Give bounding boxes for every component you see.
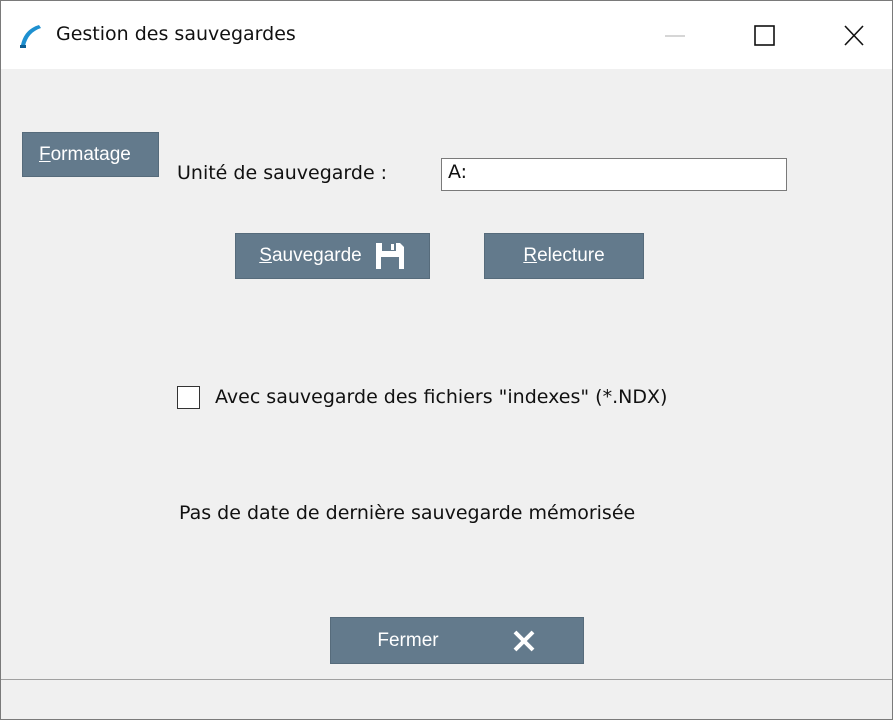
save-accel: S	[259, 245, 272, 266]
format-button[interactable]: Formatage	[22, 132, 159, 177]
reload-button[interactable]: Relecture	[484, 233, 644, 279]
minimize-icon[interactable]	[655, 19, 695, 53]
backup-unit-label: Unité de sauvegarde :	[177, 162, 388, 184]
backup-unit-input[interactable]: A:	[441, 158, 787, 191]
title-bar[interactable]: Gestion des sauvegardes	[1, 1, 892, 69]
format-accel: F	[39, 143, 51, 165]
reload-accel: R	[523, 245, 538, 266]
close-icon[interactable]	[834, 19, 874, 53]
maximize-icon[interactable]	[745, 19, 785, 53]
close-x-icon	[513, 630, 535, 651]
index-files-label[interactable]: Avec sauvegarde des fichiers "indexes" (…	[215, 386, 667, 408]
reload-label: electure	[537, 245, 605, 266]
last-backup-status: Pas de date de dernière sauvegarde mémor…	[179, 502, 636, 524]
index-files-checkbox[interactable]	[177, 386, 200, 409]
floppy-disk-icon	[375, 243, 404, 269]
close-button[interactable]: Fermer	[330, 617, 584, 664]
bottom-separator	[1, 679, 892, 680]
backup-dialog-window: Gestion des sauvegardes Formatage Unité …	[0, 0, 893, 720]
save-label: auvegarde	[271, 245, 362, 266]
close-label: Fermer	[377, 629, 439, 651]
app-icon	[20, 25, 41, 48]
format-label: ormatage	[50, 143, 131, 165]
window-title: Gestion des sauvegardes	[56, 23, 296, 45]
save-button[interactable]: Sauvegarde	[235, 233, 430, 279]
